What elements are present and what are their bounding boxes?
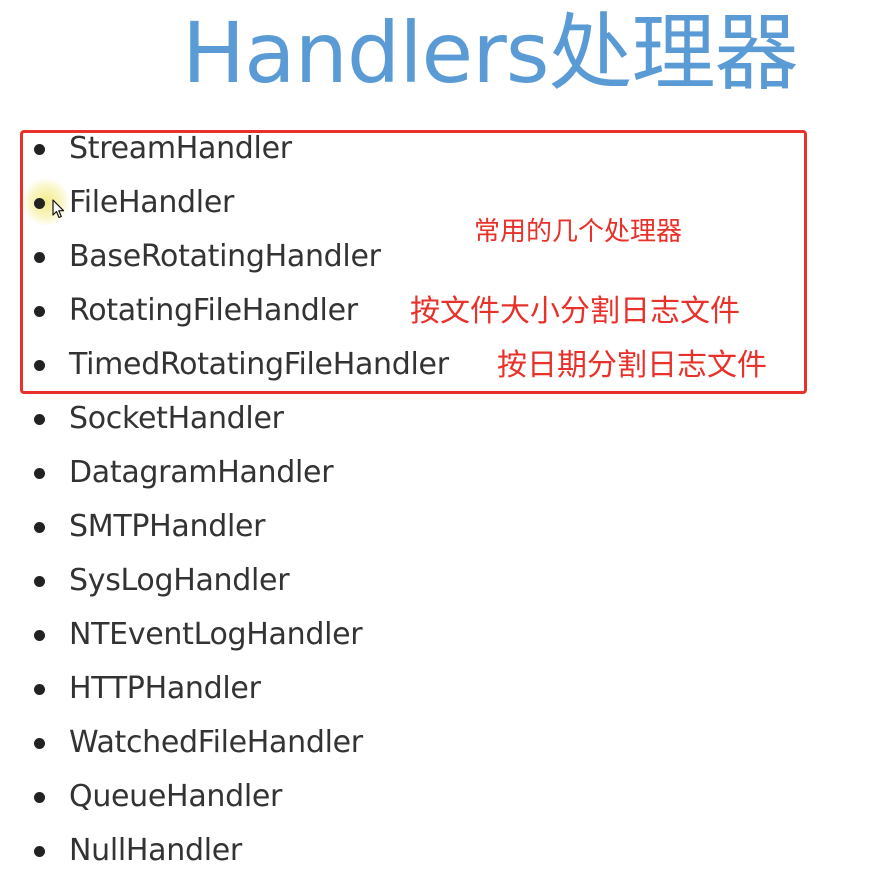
handler-item-timed-rotating-file: TimedRotatingFileHandler (0, 345, 560, 385)
handler-name: StreamHandler (69, 131, 292, 166)
handler-name: WatchedFileHandler (69, 725, 363, 760)
handler-item-socket: SocketHandler (0, 399, 560, 439)
handler-name: SMTPHandler (69, 509, 266, 544)
handler-item-queue: QueueHandler (0, 777, 560, 817)
bullet-icon (34, 360, 45, 371)
annotation-common-handlers: 常用的几个处理器 (474, 217, 683, 247)
handler-name: NullHandler (69, 833, 242, 868)
mouse-pointer-icon (52, 199, 65, 219)
handler-item-smtp: SMTPHandler (0, 507, 560, 547)
handler-name: NTEventLogHandler (69, 617, 363, 652)
handler-item-null: NullHandler (0, 831, 560, 871)
handler-name: HTTPHandler (69, 671, 261, 706)
bullet-icon (34, 252, 45, 263)
handler-name: SysLogHandler (69, 563, 290, 598)
slide: Handlers处理器 StreamHandler FileHandler Ba… (0, 0, 883, 889)
handler-item-watched-file: WatchedFileHandler (0, 723, 560, 763)
handler-name: FileHandler (69, 185, 235, 220)
slide-title: Handlers处理器 (182, 4, 799, 102)
handler-item-syslog: SysLogHandler (0, 561, 560, 601)
annotation-rotating-file: 按文件大小分割日志文件 (410, 294, 740, 329)
bullet-icon (34, 198, 45, 209)
handler-item-http: HTTPHandler (0, 669, 560, 709)
bullet-icon (34, 738, 45, 749)
bullet-icon (34, 576, 45, 587)
bullet-icon (34, 414, 45, 425)
bullet-icon (34, 630, 45, 641)
bullet-icon (34, 306, 45, 317)
bullet-icon (34, 522, 45, 533)
bullet-icon (34, 468, 45, 479)
handler-name: DatagramHandler (69, 455, 334, 490)
handler-name: BaseRotatingHandler (69, 239, 381, 274)
handler-item-stream: StreamHandler (0, 129, 560, 169)
handler-name: SocketHandler (69, 401, 284, 436)
bullet-icon (34, 792, 45, 803)
handler-name: TimedRotatingFileHandler (69, 347, 449, 382)
handler-item-nt-event-log: NTEventLogHandler (0, 615, 560, 655)
bullet-icon (34, 144, 45, 155)
bullet-icon (34, 846, 45, 857)
annotation-timed-rotating-file: 按日期分割日志文件 (497, 348, 767, 383)
handler-name: QueueHandler (69, 779, 283, 814)
handler-item-datagram: DatagramHandler (0, 453, 560, 493)
bullet-icon (34, 684, 45, 695)
handler-name: RotatingFileHandler (69, 293, 358, 328)
